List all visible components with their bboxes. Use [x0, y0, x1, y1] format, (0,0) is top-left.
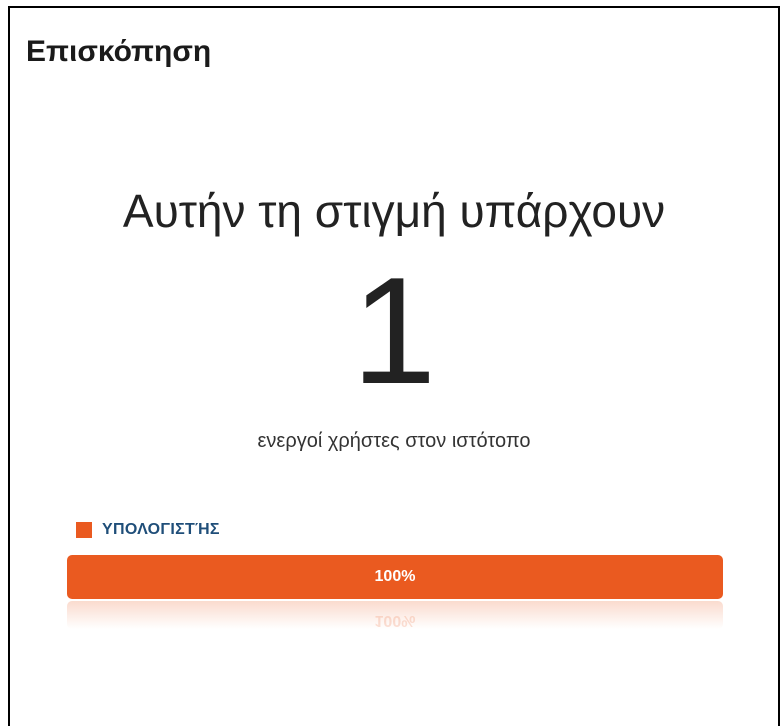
active-users-headline: Αυτήν τη στιγμή υπάρχουν — [122, 185, 666, 237]
overview-panel: Επισκόπηση Αυτήν τη στιγμή υπάρχουν 1 εν… — [8, 6, 780, 726]
desktop-share-percent: 100% — [374, 568, 416, 585]
desktop-share-reflection: 100% — [67, 601, 723, 629]
device-legend: ΥΠΟΛΟΓΙΣΤΉΣ — [76, 520, 220, 540]
desktop-legend-swatch — [76, 522, 92, 538]
desktop-share-fill: 100% — [67, 555, 723, 599]
active-users-caption: ενεργοί χρήστες στον ιστότοπο — [257, 430, 531, 452]
desktop-legend-label: ΥΠΟΛΟΓΙΣΤΉΣ — [102, 521, 220, 538]
active-users-count: 1 — [351, 246, 437, 416]
device-share-bar: 100% 100% — [67, 555, 723, 629]
panel-title: Επισκόπηση — [26, 35, 212, 68]
desktop-share-reflection-label: 100% — [374, 612, 416, 629]
